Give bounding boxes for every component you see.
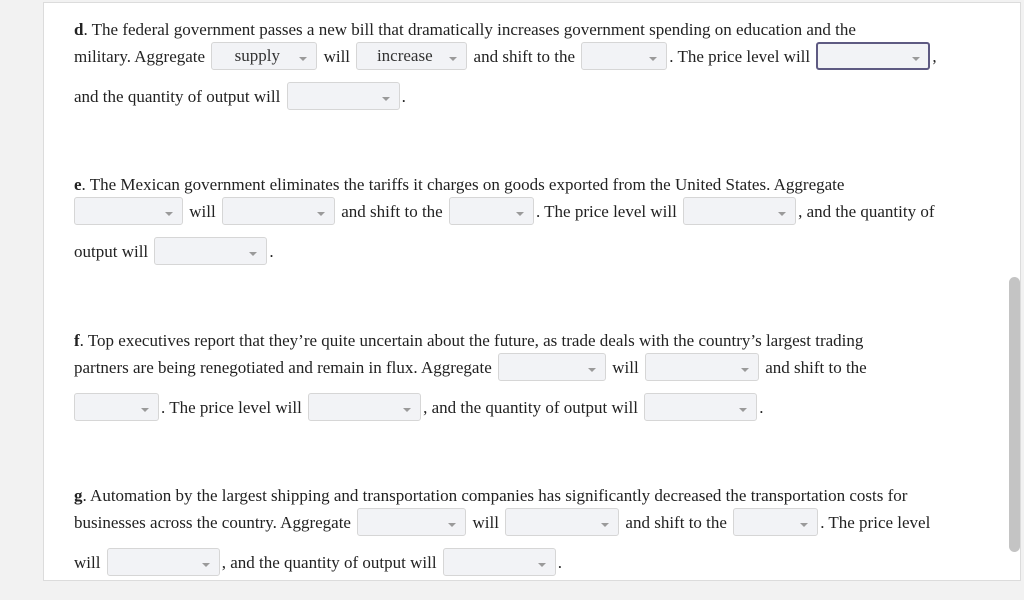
question-f: f. Top executives report that they’re qu… bbox=[74, 327, 979, 422]
aggregate-type-dropdown[interactable] bbox=[498, 353, 606, 382]
chevron-down-icon bbox=[316, 212, 325, 217]
chevron-down-icon bbox=[778, 212, 787, 217]
chevron-down-icon bbox=[299, 57, 308, 62]
chevron-down-icon bbox=[381, 97, 390, 102]
chevron-down-icon bbox=[249, 252, 258, 257]
chevron-down-icon bbox=[740, 368, 749, 373]
price-level-dropdown[interactable] bbox=[106, 548, 220, 577]
vertical-scrollbar-thumb[interactable] bbox=[1009, 277, 1020, 552]
chevron-down-icon bbox=[800, 523, 809, 528]
chevron-down-icon bbox=[912, 57, 921, 62]
price-level-dropdown[interactable] bbox=[308, 393, 422, 422]
chevron-down-icon bbox=[588, 368, 596, 373]
shift-direction-dropdown[interactable] bbox=[733, 508, 819, 537]
chevron-down-icon bbox=[448, 523, 457, 528]
chevron-down-icon bbox=[601, 523, 610, 528]
direction-dropdown[interactable]: increase bbox=[356, 42, 468, 71]
output-quantity-dropdown[interactable] bbox=[286, 82, 400, 111]
question-letter: g bbox=[74, 486, 83, 505]
chevron-down-icon bbox=[537, 563, 546, 568]
chevron-down-icon bbox=[649, 57, 658, 62]
shift-direction-dropdown[interactable] bbox=[448, 197, 534, 226]
question-d: d. The federal government passes a new b… bbox=[74, 16, 979, 111]
shift-direction-dropdown[interactable] bbox=[74, 393, 159, 422]
aggregate-type-dropdown[interactable]: supply bbox=[211, 42, 318, 71]
aggregate-type-dropdown[interactable] bbox=[357, 508, 467, 537]
chevron-down-icon bbox=[141, 408, 149, 413]
chevron-down-icon bbox=[403, 408, 412, 413]
chevron-down-icon bbox=[449, 57, 458, 62]
question-g: g. Automation by the largest shipping an… bbox=[74, 482, 979, 577]
chevron-down-icon bbox=[201, 563, 210, 568]
question-letter: e bbox=[74, 175, 82, 194]
direction-dropdown[interactable] bbox=[505, 508, 620, 537]
chevron-down-icon bbox=[515, 212, 524, 217]
output-quantity-dropdown[interactable] bbox=[442, 548, 556, 577]
question-e: e. The Mexican government eliminates the… bbox=[74, 171, 979, 266]
output-quantity-dropdown[interactable] bbox=[154, 237, 268, 266]
chevron-down-icon bbox=[165, 212, 173, 217]
direction-dropdown[interactable] bbox=[644, 353, 759, 382]
aggregate-type-dropdown[interactable] bbox=[74, 197, 183, 226]
price-level-dropdown[interactable] bbox=[816, 42, 931, 71]
shift-direction-dropdown[interactable] bbox=[581, 42, 668, 71]
price-level-dropdown[interactable] bbox=[683, 197, 797, 226]
question-card: d. The federal government passes a new b… bbox=[43, 2, 1021, 581]
chevron-down-icon bbox=[739, 408, 748, 413]
direction-dropdown[interactable] bbox=[221, 197, 335, 226]
output-quantity-dropdown[interactable] bbox=[644, 393, 758, 422]
